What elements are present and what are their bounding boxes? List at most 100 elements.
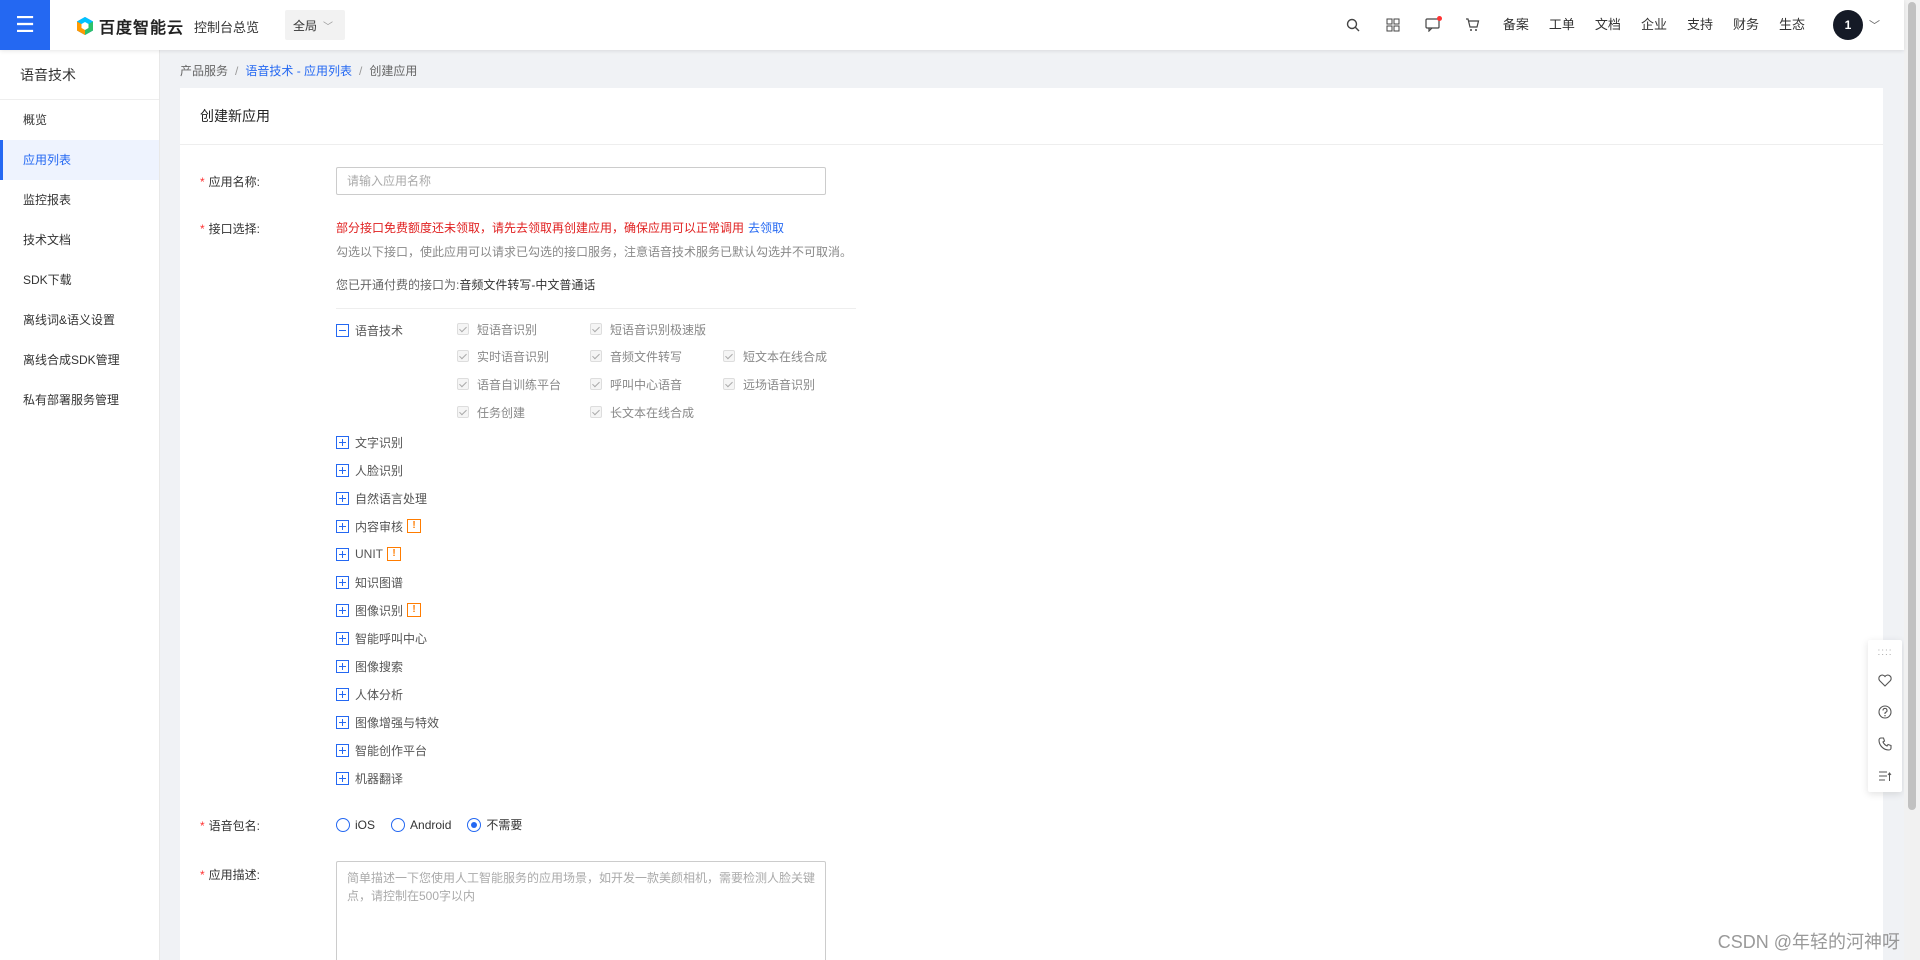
cloud-logo-icon (77, 17, 93, 35)
sidebar-item-tech-docs[interactable]: 技术文档 (0, 220, 159, 260)
radio-ios[interactable]: iOS (336, 817, 375, 832)
help-icon[interactable] (1868, 696, 1902, 728)
nav-link-ticket[interactable]: 工单 (1539, 0, 1585, 50)
warning-badge-icon[interactable]: ! (387, 547, 401, 561)
console-overview-link[interactable]: 控制台总览 (194, 17, 259, 36)
create-app-card: 创建新应用 *应用名称: *接口选择: 部分接口免费额度还未领取，请先去领取再创… (180, 88, 1883, 960)
sidebar-item-private-deploy[interactable]: 私有部署服务管理 (0, 380, 159, 420)
chevron-down-icon[interactable]: ﹀ (1869, 17, 1880, 33)
hamburger-icon: ☰ (15, 12, 35, 37)
nav-link-support[interactable]: 支持 (1677, 0, 1723, 50)
expand-icon[interactable] (336, 547, 349, 561)
warning-badge-icon[interactable]: ! (407, 603, 422, 617)
category-nlp[interactable]: 自然语言处理 (336, 488, 427, 508)
category-image-recognition[interactable]: 图像识别! (336, 600, 422, 620)
api-checkbox-realtime-asr: 实时语音识别 (457, 348, 549, 364)
nav-link-docs[interactable]: 文档 (1585, 0, 1631, 50)
api-checkbox-short-asr-fast: 短语音识别极速版 (590, 321, 706, 337)
expand-icon[interactable] (336, 519, 349, 533)
api-checkbox-call-center: 呼叫中心语音 (590, 376, 682, 392)
category-image-enhance[interactable]: 图像增强与特效 (336, 712, 439, 732)
radio-circle-selected[interactable] (467, 817, 482, 832)
radio-not-needed[interactable]: 不需要 (467, 816, 522, 833)
api-checkbox-self-training: 语音自训练平台 (457, 376, 561, 392)
heart-icon[interactable] (1868, 664, 1902, 696)
region-select[interactable]: 全局 ﹀ (285, 10, 345, 40)
sidebar: 语音技术 概览 应用列表 监控报表 技术文档 SDK下载 离线词&语义设置 离线… (0, 50, 160, 960)
nav-link-filing[interactable]: 备案 (1493, 0, 1539, 50)
nav-link-enterprise[interactable]: 企业 (1631, 0, 1677, 50)
hamburger-menu-button[interactable]: ☰ (0, 0, 50, 50)
drag-grip-icon[interactable]: :::: (1868, 640, 1902, 664)
expand-icon[interactable] (336, 687, 349, 701)
apps-icon[interactable] (1373, 0, 1413, 50)
floating-tool-panel: :::: (1868, 640, 1902, 792)
api-checkbox-far-field: 远场语音识别 (723, 376, 815, 392)
expand-icon[interactable] (336, 603, 349, 617)
api-checkbox-short-tts: 短文本在线合成 (723, 348, 827, 364)
cart-icon[interactable] (1453, 0, 1493, 50)
claim-quota-link[interactable]: 去领取 (748, 221, 784, 235)
user-avatar[interactable]: 1 (1833, 10, 1863, 40)
sidebar-item-app-list[interactable]: 应用列表 (0, 140, 159, 180)
category-speech-tech[interactable]: 语音技术 (336, 320, 403, 340)
checkbox (457, 378, 469, 390)
nav-link-ecosystem[interactable]: 生态 (1769, 0, 1815, 50)
category-body-analysis[interactable]: 人体分析 (336, 684, 403, 704)
category-smart-call-center[interactable]: 智能呼叫中心 (336, 628, 427, 648)
brand-logo[interactable]: 百度智能云 (75, 14, 184, 38)
breadcrumb-parent-link[interactable]: 语音技术 - 应用列表 (245, 64, 352, 78)
api-select-label: * 接口选择: (200, 222, 261, 236)
breadcrumb-root[interactable]: 产品服务 (180, 64, 228, 78)
sidebar-item-monitoring[interactable]: 监控报表 (0, 180, 159, 220)
api-checkbox-task-create: 任务创建 (457, 404, 525, 420)
logo-text: 百度智能云 (99, 20, 185, 37)
category-content-audit[interactable]: 内容审核! (336, 516, 422, 536)
sidebar-item-overview[interactable]: 概览 (0, 100, 159, 140)
expand-icon[interactable] (336, 463, 349, 477)
paid-api-value: 音频文件转写-中文普通话 (459, 278, 596, 292)
search-icon[interactable] (1333, 0, 1373, 50)
warning-badge-icon[interactable]: ! (407, 519, 422, 533)
package-label: * 语音包名: (200, 819, 261, 833)
expand-icon[interactable] (336, 659, 349, 673)
expand-icon[interactable] (336, 743, 349, 757)
checkbox (590, 378, 602, 390)
checkbox (457, 350, 469, 362)
expand-icon[interactable] (336, 575, 349, 589)
expand-icon[interactable] (336, 771, 349, 785)
expand-icon[interactable] (336, 631, 349, 645)
category-image-search[interactable]: 图像搜索 (336, 656, 403, 676)
message-icon[interactable] (1413, 0, 1453, 50)
category-face[interactable]: 人脸识别 (336, 460, 403, 480)
notification-dot (1436, 16, 1442, 21)
category-ocr[interactable]: 文字识别 (336, 432, 403, 452)
checkbox (590, 406, 602, 418)
expand-icon[interactable] (336, 435, 349, 449)
sidebar-item-offline-words[interactable]: 离线词&语义设置 (0, 300, 159, 340)
phone-icon[interactable] (1868, 728, 1902, 760)
breadcrumb: 产品服务 / 语音技术 - 应用列表 / 创建应用 (180, 64, 418, 78)
app-description-textarea[interactable] (336, 861, 826, 960)
sidebar-item-sdk-download[interactable]: SDK下载 (0, 260, 159, 300)
watermark: CSDN @年轻的河神呀 (1717, 932, 1900, 952)
collapse-icon[interactable] (336, 323, 349, 337)
app-name-input[interactable] (336, 167, 826, 195)
expand-icon[interactable] (336, 715, 349, 729)
sidebar-item-offline-tts-sdk[interactable]: 离线合成SDK管理 (0, 340, 159, 380)
category-creation-platform[interactable]: 智能创作平台 (336, 740, 427, 760)
category-knowledge-graph[interactable]: 知识图谱 (336, 572, 403, 592)
category-unit[interactable]: UNIT! (336, 544, 401, 564)
expand-icon[interactable] (336, 491, 349, 505)
category-machine-translation[interactable]: 机器翻译 (336, 768, 403, 788)
radio-circle[interactable] (391, 817, 406, 832)
checkbox (723, 350, 735, 362)
nav-link-finance[interactable]: 财务 (1723, 0, 1769, 50)
checkbox (590, 323, 602, 335)
breadcrumb-current: 创建应用 (369, 64, 418, 78)
list-icon[interactable] (1868, 760, 1902, 792)
page-scrollbar[interactable] (1904, 0, 1920, 960)
scrollbar-thumb[interactable] (1908, 2, 1916, 810)
radio-circle[interactable] (336, 817, 350, 832)
radio-android[interactable]: Android (391, 817, 451, 832)
